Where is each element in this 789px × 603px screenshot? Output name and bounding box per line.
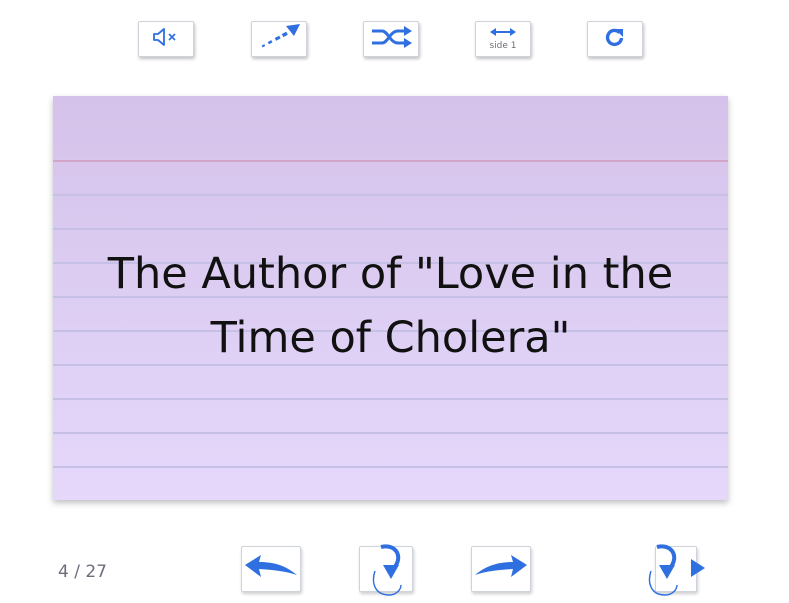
shuffle-icon — [368, 24, 414, 54]
previous-card-button[interactable] — [241, 546, 301, 592]
card-rule — [53, 194, 728, 196]
margin-rule — [53, 160, 728, 162]
side-label: side 1 — [489, 41, 517, 51]
mute-button[interactable] — [138, 21, 194, 57]
side-swap-icon — [476, 26, 530, 38]
speed-arrow-icon — [256, 23, 302, 55]
flip-card-icon — [361, 535, 411, 603]
flip-card-button[interactable] — [359, 544, 413, 596]
restart-button[interactable] — [587, 21, 643, 57]
flip-and-next-icon — [645, 535, 707, 603]
arrow-left-icon — [243, 553, 299, 585]
restart-icon — [604, 26, 626, 52]
flashcard[interactable]: The Author of "Love in the Time of Chole… — [53, 96, 728, 500]
flip-and-next-button[interactable] — [648, 544, 705, 596]
card-rule — [53, 228, 728, 230]
card-counter: 4 / 27 — [58, 562, 107, 582]
card-term: The Author of "Love in the Time of Chole… — [107, 249, 674, 363]
arrow-right-icon — [473, 553, 529, 585]
card-rule — [53, 398, 728, 400]
shuffle-button[interactable] — [363, 21, 419, 57]
card-rule — [53, 466, 728, 468]
speaker-mute-icon — [151, 26, 181, 52]
side-toggle-button[interactable]: side 1 — [475, 21, 531, 57]
speed-button[interactable] — [251, 21, 307, 57]
card-rule — [53, 432, 728, 434]
next-card-button[interactable] — [471, 546, 531, 592]
